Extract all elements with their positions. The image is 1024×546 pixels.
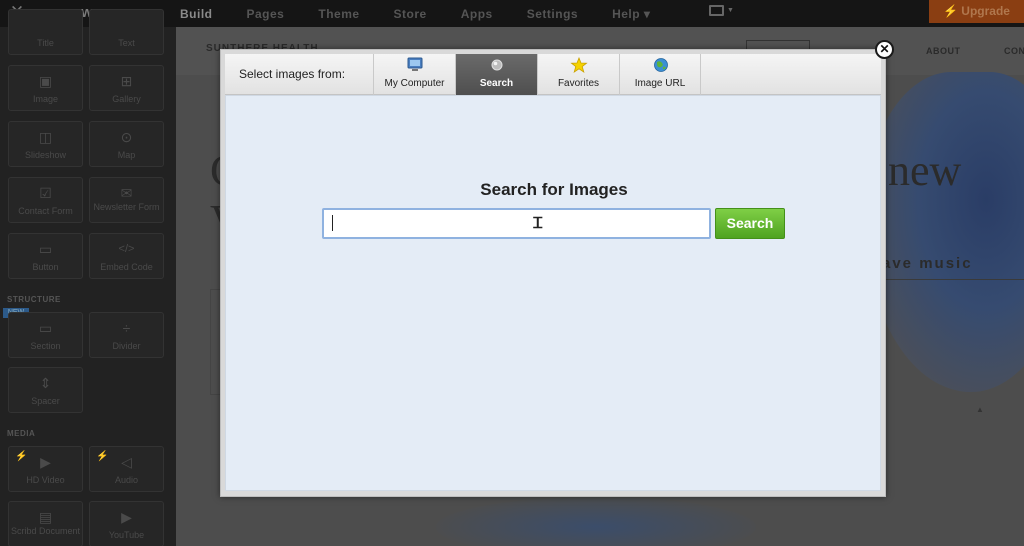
tile-label: Text [118,38,135,48]
star-icon [570,57,588,73]
tile-label: Scribd Document [10,526,81,536]
hero-underline [882,279,1024,280]
image-picker-dialog: Select images from: My Computer Search F… [220,49,886,497]
element-tile-slideshow[interactable]: ◫ Slideshow [8,121,83,167]
upgrade-button[interactable]: ⚡ Upgrade [929,0,1024,23]
ibeam-cursor-icon: Ꮖ [533,215,543,232]
divider-icon: ÷ [122,320,131,336]
tile-label: YouTube [108,530,145,540]
media-section-label: MEDIA [7,429,36,438]
audio-icon: ◁ [121,454,132,470]
tab-my-computer[interactable]: My Computer [373,54,455,95]
element-tile-gallery[interactable]: ⊞ Gallery [89,65,164,111]
tile-label: Newsletter Form [93,202,160,212]
tile-label: Divider [112,341,141,351]
element-tile-map[interactable]: ⊙ Map [89,121,164,167]
element-tile-embed-code[interactable]: </> Embed Code [89,233,164,279]
nav-apps[interactable]: Apps [461,7,493,21]
tab-favorites[interactable]: Favorites [537,54,619,95]
tile-label: Contact Form [18,206,73,216]
footer-background-image [436,497,756,546]
tab-image-url[interactable]: Image URL [619,54,701,95]
elements-sidebar: Title Text ▣ Image ⊞ Gallery ◫ Slideshow… [0,9,176,546]
nav-theme[interactable]: Theme [318,7,359,21]
map-pin-icon: ⊙ [120,129,133,145]
nav-settings[interactable]: Settings [527,7,578,21]
tab-search[interactable]: Search [455,54,537,95]
slideshow-icon: ◫ [38,129,53,145]
monitor-icon [709,5,724,16]
nav-store[interactable]: Store [394,7,427,21]
element-tile-scribd-document[interactable]: ▤ Scribd Document [8,501,83,546]
hero-heading[interactable]: new [888,145,961,196]
tile-label: Title [37,38,54,48]
image-search-input[interactable] [322,208,711,239]
tile-label: Gallery [112,94,141,104]
search-button[interactable]: Search [715,208,785,239]
site-nav-contact[interactable]: CON [1004,46,1024,56]
element-tile-divider[interactable]: ÷ Divider [89,312,164,358]
element-tile-contact-form[interactable]: ☑ Contact Form [8,177,83,223]
element-tile-audio[interactable]: ⚡ ◁ Audio [89,446,164,492]
element-tile-image[interactable]: ▣ Image [8,65,83,111]
structure-section-label: STRUCTURE [7,295,61,304]
contact-form-icon: ☑ [39,185,52,201]
element-tile-title[interactable]: Title [8,9,83,55]
hero-background-image [866,72,1024,392]
source-tab-bar: Select images from: My Computer Search F… [225,54,881,95]
select-images-label: Select images from: [239,67,346,81]
computer-icon [407,57,423,71]
code-icon: </> [118,243,135,255]
search-sphere-icon [491,59,503,71]
element-tile-section[interactable]: ▭ Section [8,312,83,358]
tab-label: Search [479,78,514,89]
element-tile-hd-video[interactable]: ⚡ ▶ HD Video [8,446,83,492]
spacer-icon: ⇕ [39,375,52,391]
globe-icon [654,58,668,72]
search-panel: Search for Images Ꮖ Search [225,95,881,491]
element-tile-text[interactable]: Text [89,9,164,55]
gallery-icon: ⊞ [120,73,133,89]
site-nav-about[interactable]: ABOUT [926,46,961,56]
image-icon: ▣ [38,73,53,89]
element-tile-youtube[interactable]: ▶ YouTube [89,501,164,546]
tab-label: My Computer [384,78,445,89]
element-tile-spacer[interactable]: ⇕ Spacer [8,367,83,413]
tile-label: Spacer [31,396,60,406]
desktop-device-icon[interactable]: ▼ [709,5,734,21]
main-nav: Build Pages Theme Store Apps Settings He… [180,0,684,27]
youtube-icon: ▶ [121,509,132,525]
tile-label: Image [32,94,58,104]
close-icon: ✕ [879,42,890,56]
nav-build[interactable]: Build [180,7,213,21]
tile-label: Section [30,341,61,351]
chevron-down-icon: ▼ [727,7,734,14]
envelope-icon: ✉ [120,185,133,201]
video-icon: ▶ [40,454,51,470]
close-dialog-button[interactable]: ✕ [875,40,894,59]
document-icon: ▤ [38,509,53,525]
tile-label: Embed Code [100,262,153,272]
tile-label: Button [32,262,59,272]
search-heading: Search for Images [480,180,628,199]
tile-label: Audio [114,475,139,485]
tile-label: HD Video [26,475,65,485]
tab-label: Favorites [557,78,600,89]
element-tile-button[interactable]: ▭ Button [8,233,83,279]
tile-label: Map [117,150,136,160]
tile-label: Slideshow [24,150,67,160]
hero-subheading[interactable]: ave music [882,255,973,272]
nav-pages[interactable]: Pages [247,7,285,21]
scroll-marker-icon: ▲ [976,405,984,414]
element-tile-newsletter-form[interactable]: ✉ Newsletter Form [89,177,164,223]
section-icon: ▭ [38,320,53,336]
text-caret [332,215,333,231]
button-icon: ▭ [38,241,53,257]
nav-help[interactable]: Help ▾ [612,7,650,21]
tab-label: Image URL [634,78,686,89]
